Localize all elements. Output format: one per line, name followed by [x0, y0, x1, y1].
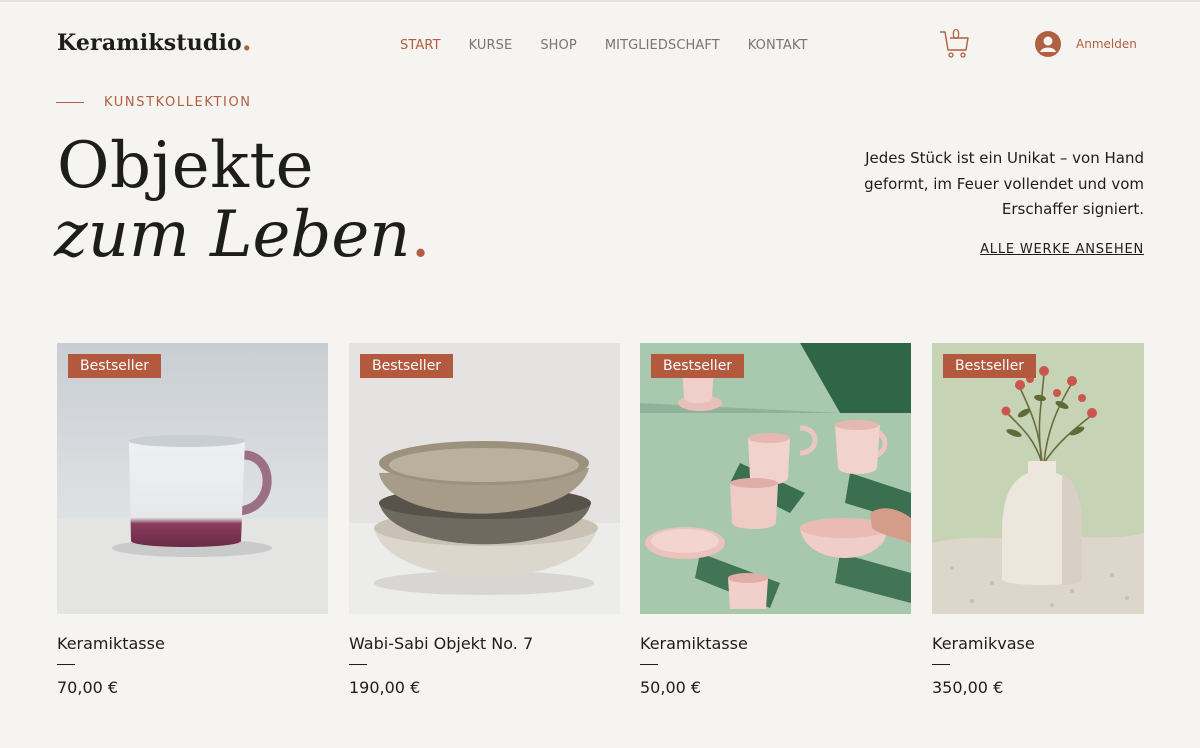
nav-item-mitgliedschaft[interactable]: MITGLIEDSCHAFT: [605, 38, 720, 53]
product-card[interactable]: Bestseller Keramikvase 350,00 €: [932, 343, 1144, 698]
view-all-link[interactable]: ALLE WERKE ANSEHEN: [940, 242, 1144, 257]
cart-count: 0: [951, 28, 961, 43]
user-avatar-icon: [1035, 31, 1061, 57]
bestseller-badge: Bestseller: [360, 354, 454, 378]
brand-logo[interactable]: Keramikstudio.: [57, 27, 252, 57]
product-image[interactable]: Bestseller: [349, 343, 620, 614]
product-price: 70,00 €: [57, 678, 119, 697]
bestseller-badge: Bestseller: [68, 354, 162, 378]
product-name[interactable]: Keramiktasse: [57, 634, 328, 654]
eyebrow-line: [56, 102, 84, 103]
brand-name: Keramikstudio: [57, 30, 242, 56]
product-image[interactable]: Bestseller: [57, 343, 328, 614]
intro-text: Jedes Stück ist ein Unikat – von Hand ge…: [864, 149, 1144, 218]
product-price: 350,00 €: [932, 678, 1004, 697]
product-divider: [349, 664, 367, 665]
title-line-2: zum Leben.: [54, 203, 431, 267]
eyebrow-text: KUNSTKOLLEKTION: [104, 95, 252, 110]
product-name[interactable]: Wabi-Sabi Objekt No. 7: [349, 634, 620, 654]
product-name[interactable]: Keramikvase: [932, 634, 1144, 654]
product-card[interactable]: Bestseller Keramiktasse 70,00 €: [57, 343, 328, 698]
bestseller-badge: Bestseller: [943, 354, 1037, 378]
main-nav: START KURSE SHOP MITGLIEDSCHAFT KONTAKT: [400, 38, 836, 53]
product-divider: [57, 664, 75, 665]
product-name[interactable]: Keramiktasse: [640, 634, 911, 654]
login-button[interactable]: Anmelden: [1034, 30, 1137, 58]
nav-item-kurse[interactable]: KURSE: [469, 38, 513, 53]
brand-dot: .: [241, 24, 252, 57]
login-label: Anmelden: [1076, 37, 1137, 51]
product-image[interactable]: Bestseller: [640, 343, 911, 614]
nav-item-kontakt[interactable]: KONTAKT: [748, 38, 808, 53]
page-title: Objekte zum Leben.: [54, 128, 431, 267]
title-line-2-text: zum Leben: [54, 198, 411, 272]
product-image[interactable]: Bestseller: [932, 343, 1144, 614]
product-divider: [932, 664, 950, 665]
nav-item-shop[interactable]: SHOP: [540, 38, 577, 53]
product-price: 50,00 €: [640, 678, 702, 697]
section-eyebrow: KUNSTKOLLEKTION: [56, 95, 252, 110]
product-card[interactable]: Bestseller Wabi-Sabi Objekt No. 7 190,00…: [349, 343, 620, 698]
bestseller-badge: Bestseller: [651, 354, 745, 378]
top-border: [0, 0, 1200, 2]
nav-item-start[interactable]: START: [400, 38, 441, 53]
product-divider: [640, 664, 658, 665]
title-dot: .: [410, 198, 431, 272]
title-line-1: Objekte: [57, 129, 315, 203]
product-price: 190,00 €: [349, 678, 421, 697]
product-card[interactable]: Bestseller Keramiktasse 50,00 €: [640, 343, 911, 698]
